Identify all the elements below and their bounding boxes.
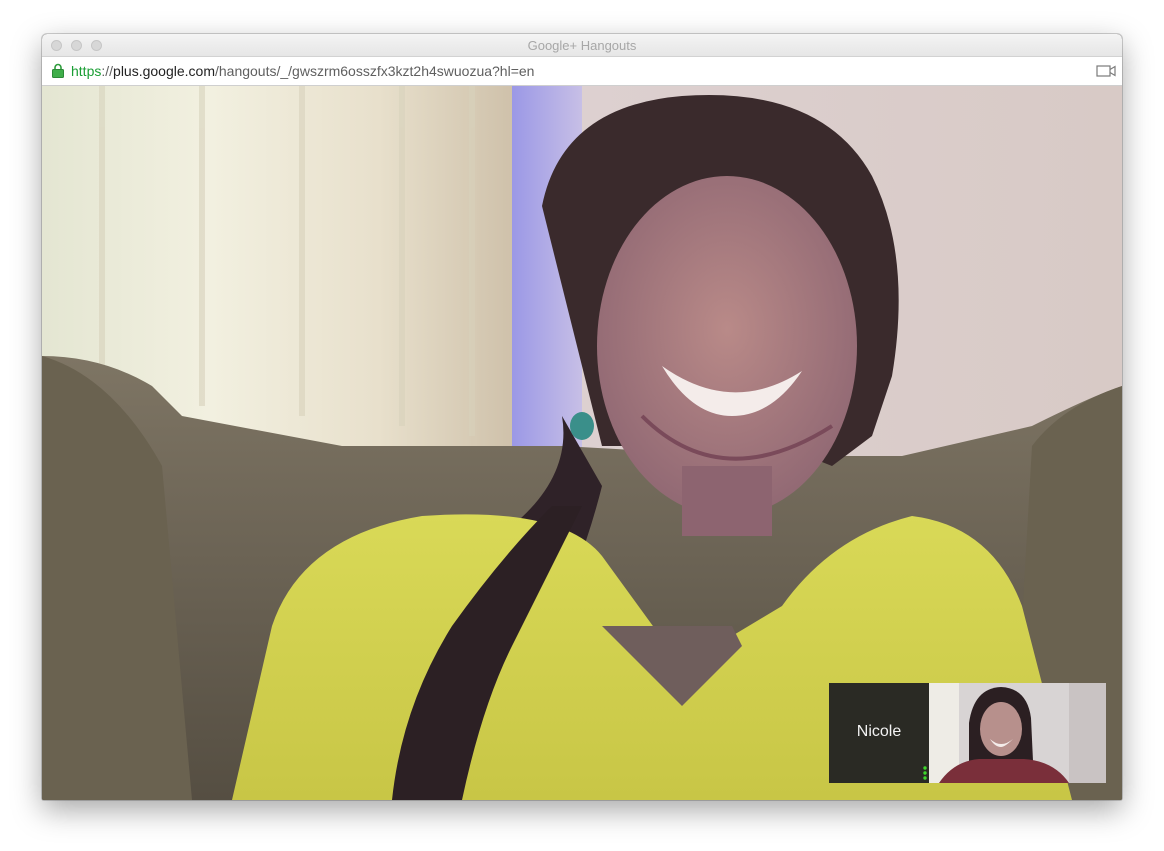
url-text[interactable]: https://plus.google.com/hangouts/_/gwszr… (71, 63, 534, 79)
browser-window: Google+ Hangouts https://plus.google.com… (42, 34, 1122, 800)
title-bar: Google+ Hangouts (42, 34, 1122, 57)
main-video-feed: Nicole (42, 86, 1122, 800)
url-separator: :// (101, 63, 114, 79)
participant-name: Nicole (856, 723, 902, 740)
url-host: plus.google.com (113, 63, 215, 79)
audio-level-icon (923, 766, 927, 780)
url-path: /hangouts/_/gwszrm6osszfx3kzt2h4swuozua?… (214, 63, 535, 79)
video-camera-icon[interactable] (1096, 64, 1116, 78)
self-view-thumbnail[interactable] (929, 683, 1106, 783)
self-view-video (929, 683, 1106, 783)
lock-icon (52, 63, 64, 78)
participant-name-tile: Nicole (829, 683, 929, 783)
url-scheme: https (71, 63, 102, 79)
address-bar[interactable]: https://plus.google.com/hangouts/_/gwszr… (42, 57, 1122, 86)
window-title: Google+ Hangouts (527, 38, 637, 53)
participant-tile[interactable]: Nicole (829, 683, 1106, 783)
